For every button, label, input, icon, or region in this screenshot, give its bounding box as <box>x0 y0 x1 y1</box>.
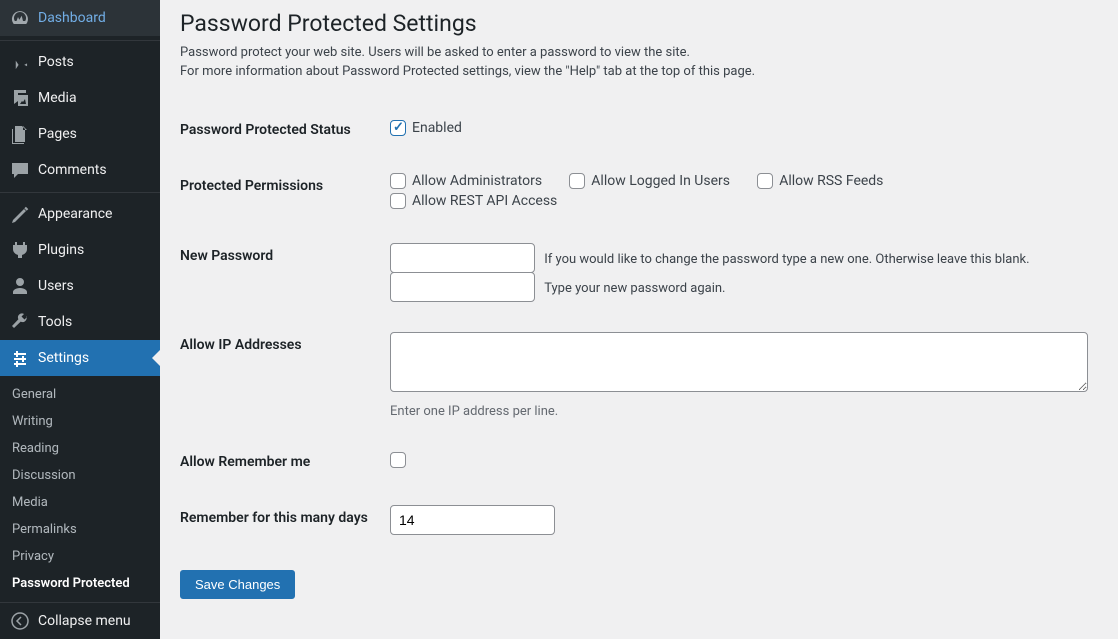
allow-admin-checkbox[interactable] <box>390 173 406 189</box>
sidebar-item-appearance[interactable]: Appearance <box>0 196 160 232</box>
remember-label: Allow Remember me <box>180 434 380 490</box>
sidebar-item-label: Pages <box>38 126 77 142</box>
collapse-menu[interactable]: Collapse menu <box>0 602 160 639</box>
sidebar-item-label: Plugins <box>38 242 84 258</box>
page-description: Password protect your web site. Users wi… <box>180 43 1098 82</box>
enabled-checkbox[interactable] <box>390 120 406 136</box>
desc-line2: For more information about Password Prot… <box>180 64 755 79</box>
sidebar-item-users[interactable]: Users <box>0 268 160 304</box>
sidebar-item-label: Appearance <box>38 206 112 222</box>
sub-media[interactable]: Media <box>0 489 160 516</box>
allow-logged-text: Allow Logged In Users <box>591 173 730 189</box>
collapse-icon <box>10 611 30 631</box>
sidebar-item-plugins[interactable]: Plugins <box>0 232 160 268</box>
plugins-icon <box>10 240 30 260</box>
remember-days-input[interactable] <box>390 505 555 535</box>
tools-icon <box>10 312 30 332</box>
sidebar-item-label: Comments <box>38 162 107 178</box>
allow-logged-option[interactable]: Allow Logged In Users <box>569 173 730 189</box>
confirm-password-input[interactable] <box>390 272 535 302</box>
allow-admin-option[interactable]: Allow Administrators <box>390 173 542 189</box>
sidebar-item-label: Tools <box>38 314 72 330</box>
remember-days-label: Remember for this many days <box>180 490 380 550</box>
pw-hint2: Type your new password again. <box>544 281 725 296</box>
new-password-input[interactable] <box>390 243 535 273</box>
sidebar-item-comments[interactable]: Comments <box>0 152 160 188</box>
enabled-option[interactable]: Enabled <box>390 120 462 136</box>
allow-admin-text: Allow Administrators <box>412 173 542 189</box>
allow-rss-checkbox[interactable] <box>757 173 773 189</box>
pw-hint1: If you would like to change the password… <box>544 252 1029 267</box>
allow-logged-checkbox[interactable] <box>569 173 585 189</box>
settings-form: Password Protected Status Enabled Protec… <box>180 102 1098 550</box>
admin-sidebar: Dashboard Posts Media Pages Comments App… <box>0 0 160 639</box>
allow-rss-option[interactable]: Allow RSS Feeds <box>757 173 883 189</box>
allow-ip-textarea[interactable] <box>390 332 1088 392</box>
ip-hint: Enter one IP address per line. <box>390 404 1088 419</box>
sidebar-item-settings[interactable]: Settings <box>0 340 160 376</box>
enabled-text: Enabled <box>412 120 462 136</box>
sub-permalinks[interactable]: Permalinks <box>0 516 160 543</box>
sub-password-protected[interactable]: Password Protected <box>0 570 160 597</box>
save-button[interactable]: Save Changes <box>180 570 295 599</box>
sidebar-item-posts[interactable]: Posts <box>0 44 160 80</box>
pages-icon <box>10 124 30 144</box>
pin-icon <box>10 52 30 72</box>
appearance-icon <box>10 204 30 224</box>
sub-privacy[interactable]: Privacy <box>0 543 160 570</box>
sidebar-item-label: Media <box>38 90 77 106</box>
sub-writing[interactable]: Writing <box>0 408 160 435</box>
desc-line1: Password protect your web site. Users wi… <box>180 45 690 60</box>
settings-icon <box>10 348 30 368</box>
sidebar-item-tools[interactable]: Tools <box>0 304 160 340</box>
allow-rest-option[interactable]: Allow REST API Access <box>390 193 557 209</box>
newpw-label: New Password <box>180 228 380 317</box>
page-title: Password Protected Settings <box>180 0 1098 43</box>
main-content: Password Protected Settings Password pro… <box>160 0 1118 639</box>
allow-rss-text: Allow RSS Feeds <box>779 173 883 189</box>
sidebar-item-pages[interactable]: Pages <box>0 116 160 152</box>
sidebar-submenu: General Writing Reading Discussion Media… <box>0 376 160 602</box>
ip-label: Allow IP Addresses <box>180 317 380 434</box>
allow-rest-text: Allow REST API Access <box>412 193 557 209</box>
sidebar-item-media[interactable]: Media <box>0 80 160 116</box>
sidebar-item-dashboard[interactable]: Dashboard <box>0 0 160 36</box>
sub-discussion[interactable]: Discussion <box>0 462 160 489</box>
allow-rest-checkbox[interactable] <box>390 193 406 209</box>
media-icon <box>10 88 30 108</box>
sidebar-item-label: Dashboard <box>38 10 106 26</box>
sidebar-item-label: Settings <box>38 350 89 366</box>
collapse-label: Collapse menu <box>38 613 131 629</box>
permissions-label: Protected Permissions <box>180 158 380 228</box>
sub-general[interactable]: General <box>0 381 160 408</box>
sub-reading[interactable]: Reading <box>0 435 160 462</box>
users-icon <box>10 276 30 296</box>
sidebar-item-label: Posts <box>38 54 74 70</box>
dashboard-icon <box>10 8 30 28</box>
remember-checkbox[interactable] <box>390 452 406 468</box>
comments-icon <box>10 160 30 180</box>
sidebar-item-label: Users <box>38 278 74 294</box>
status-label: Password Protected Status <box>180 102 380 158</box>
